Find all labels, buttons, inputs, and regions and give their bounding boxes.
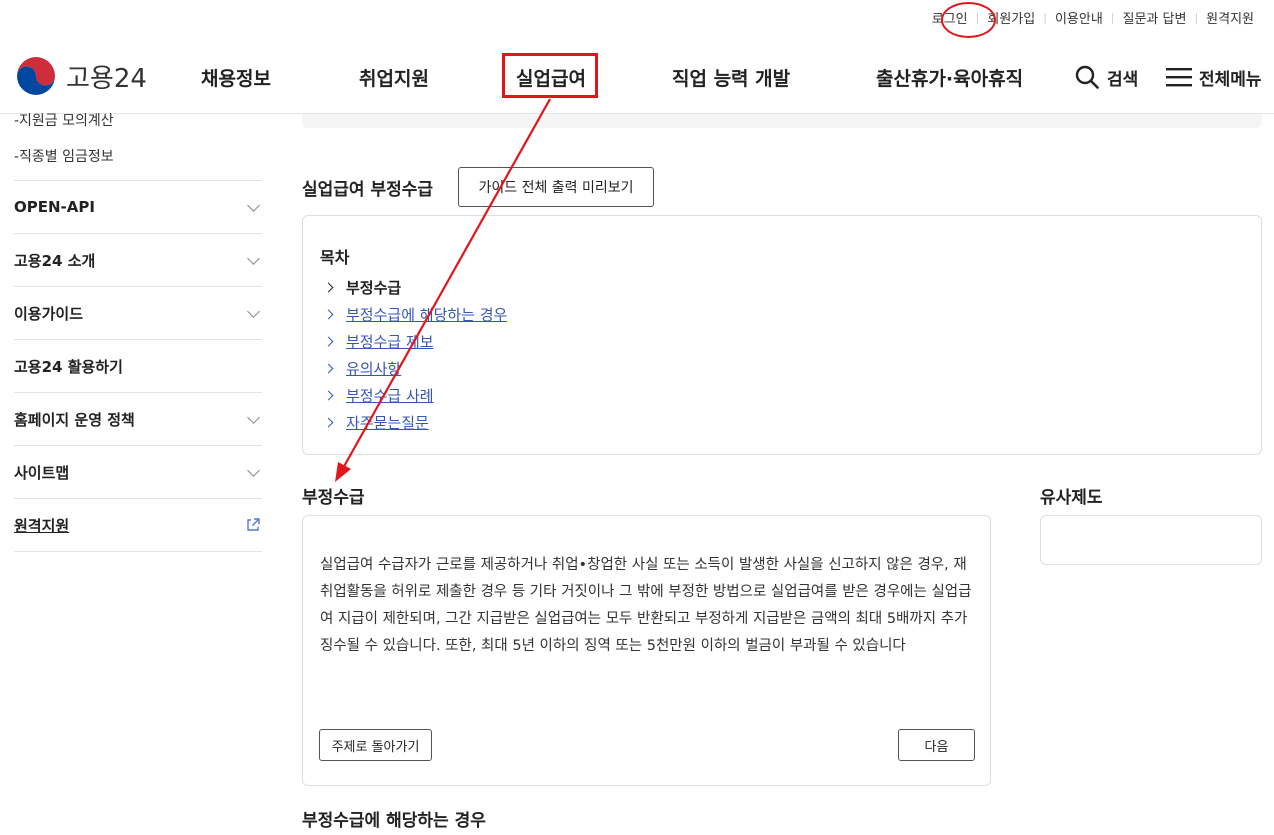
sidebar-item-sitemap[interactable]: 사이트맵 (14, 446, 262, 499)
toc-item[interactable]: 부정수급 제보 (323, 328, 507, 355)
external-link-icon (247, 518, 260, 531)
sidebar-item-about[interactable]: 고용24 소개 (14, 234, 262, 287)
chevron-right-icon (323, 390, 334, 401)
section-title-fraud-cases: 부정수급에 해당하는 경우 (302, 811, 486, 831)
gnb-item-parental-leave[interactable]: 출산휴가·육아휴직 (876, 40, 1023, 114)
toc-item[interactable]: 자주묻는질문 (323, 409, 507, 436)
chevron-down-icon (247, 251, 260, 265)
search-button[interactable]: 검색 (1075, 40, 1138, 114)
taegeuk-logo-icon (14, 54, 58, 98)
qna-link[interactable]: 질문과 답변 (1115, 8, 1195, 27)
chevron-down-icon (247, 304, 260, 318)
toc-item[interactable]: 부정수급에 해당하는 경우 (323, 301, 507, 328)
toc-link[interactable]: 부정수급 사례 (346, 385, 434, 406)
toc-link[interactable]: 부정수급 제보 (346, 331, 434, 352)
sidebar-item-how-to-use[interactable]: 고용24 활용하기 (14, 340, 262, 393)
toc-link[interactable]: 부정수급에 해당하는 경우 (346, 304, 507, 325)
back-to-topic-button[interactable]: 주제로 돌아가기 (319, 729, 432, 761)
similar-programs-title: 유사제도 (1040, 488, 1103, 508)
sidebar: -지원금 모의계산 -직종별 임금정보 OPEN-API 고용24 소개 이용가… (14, 113, 262, 552)
toc-item[interactable]: 부정수급 사례 (323, 382, 507, 409)
fraud-description: 실업급여 수급자가 근로를 제공하거나 취업•창업한 사실 또는 소득이 발생한… (320, 557, 972, 654)
guide-link[interactable]: 이용안내 (1047, 8, 1111, 27)
sidebar-item-label: 홈페이지 운영 정책 (14, 410, 135, 429)
sidebar-item-label: 이용가이드 (14, 304, 84, 323)
chevron-down-icon (247, 198, 260, 212)
gnb-item-job-skills[interactable]: 직업 능력 개발 (672, 40, 790, 114)
sidebar-item-site-policy[interactable]: 홈페이지 운영 정책 (14, 393, 262, 446)
previous-section-strip (302, 114, 1262, 128)
print-preview-button[interactable]: 가이드 전체 출력 미리보기 (458, 167, 654, 207)
sidebar-item-label: 고용24 활용하기 (14, 357, 123, 376)
toc-item-label: 부정수급 (346, 279, 402, 297)
sidebar-item-open-api[interactable]: OPEN-API (14, 181, 262, 234)
site-header: 고용24 채용정보 취업지원 실업급여 직업 능력 개발 출산휴가·육아휴직 검… (0, 40, 1274, 114)
toc-item-current[interactable]: 부정수급 (323, 274, 507, 301)
logo-text: 고용24 (66, 63, 147, 94)
gnb-item-employment-support[interactable]: 취업지원 (359, 40, 429, 114)
chevron-right-icon (323, 282, 334, 293)
similar-programs-box (1040, 515, 1262, 565)
chevron-down-icon (247, 463, 260, 477)
sidebar-sublink-wage-info[interactable]: -직종별 임금정보 (14, 132, 262, 180)
table-of-contents: 목차 부정수급 부정수급에 해당하는 경우 부정수급 제보 유의사항 부정수급 … (302, 215, 1262, 455)
chevron-right-icon (323, 309, 334, 320)
hamburger-menu-icon (1166, 68, 1192, 87)
gnb-item-jobs[interactable]: 채용정보 (201, 40, 271, 114)
gnb-highlight-box (502, 53, 598, 98)
full-menu-button[interactable]: 전체메뉴 (1166, 40, 1262, 114)
next-button[interactable]: 다음 (898, 729, 975, 761)
search-icon (1075, 65, 1099, 89)
fraud-content-card: 실업급여 수급자가 근로를 제공하거나 취업•창업한 사실 또는 소득이 발생한… (302, 515, 991, 786)
login-highlight-circle (941, 2, 996, 38)
toc-item[interactable]: 유의사항 (323, 355, 507, 382)
chevron-right-icon (323, 336, 334, 347)
full-menu-label: 전체메뉴 (1199, 69, 1262, 90)
sidebar-item-remote-support[interactable]: 원격지원 (14, 499, 262, 552)
toc-link[interactable]: 유의사항 (346, 358, 401, 379)
sidebar-item-label: 고용24 소개 (14, 251, 96, 270)
toc-link[interactable]: 자주묻는질문 (346, 412, 429, 433)
logo[interactable]: 고용24 (14, 54, 147, 98)
sidebar-sublink-subsidy-calc[interactable]: -지원금 모의계산 (14, 108, 262, 132)
search-label: 검색 (1107, 69, 1139, 90)
sidebar-item-label: 사이트맵 (14, 463, 70, 482)
toc-list: 부정수급 부정수급에 해당하는 경우 부정수급 제보 유의사항 부정수급 사례 … (323, 274, 507, 436)
sidebar-item-label: OPEN-API (14, 198, 95, 216)
sidebar-item-label: 원격지원 (14, 516, 70, 535)
remote-support-link[interactable]: 원격지원 (1198, 8, 1262, 27)
section-title-fraud: 부정수급 (302, 488, 365, 508)
chevron-right-icon (323, 417, 334, 428)
sidebar-item-usage-guide[interactable]: 이용가이드 (14, 287, 262, 340)
toc-title: 목차 (320, 248, 350, 267)
chevron-right-icon (323, 363, 334, 374)
page-title: 실업급여 부정수급 (302, 180, 434, 200)
chevron-down-icon (247, 410, 260, 424)
